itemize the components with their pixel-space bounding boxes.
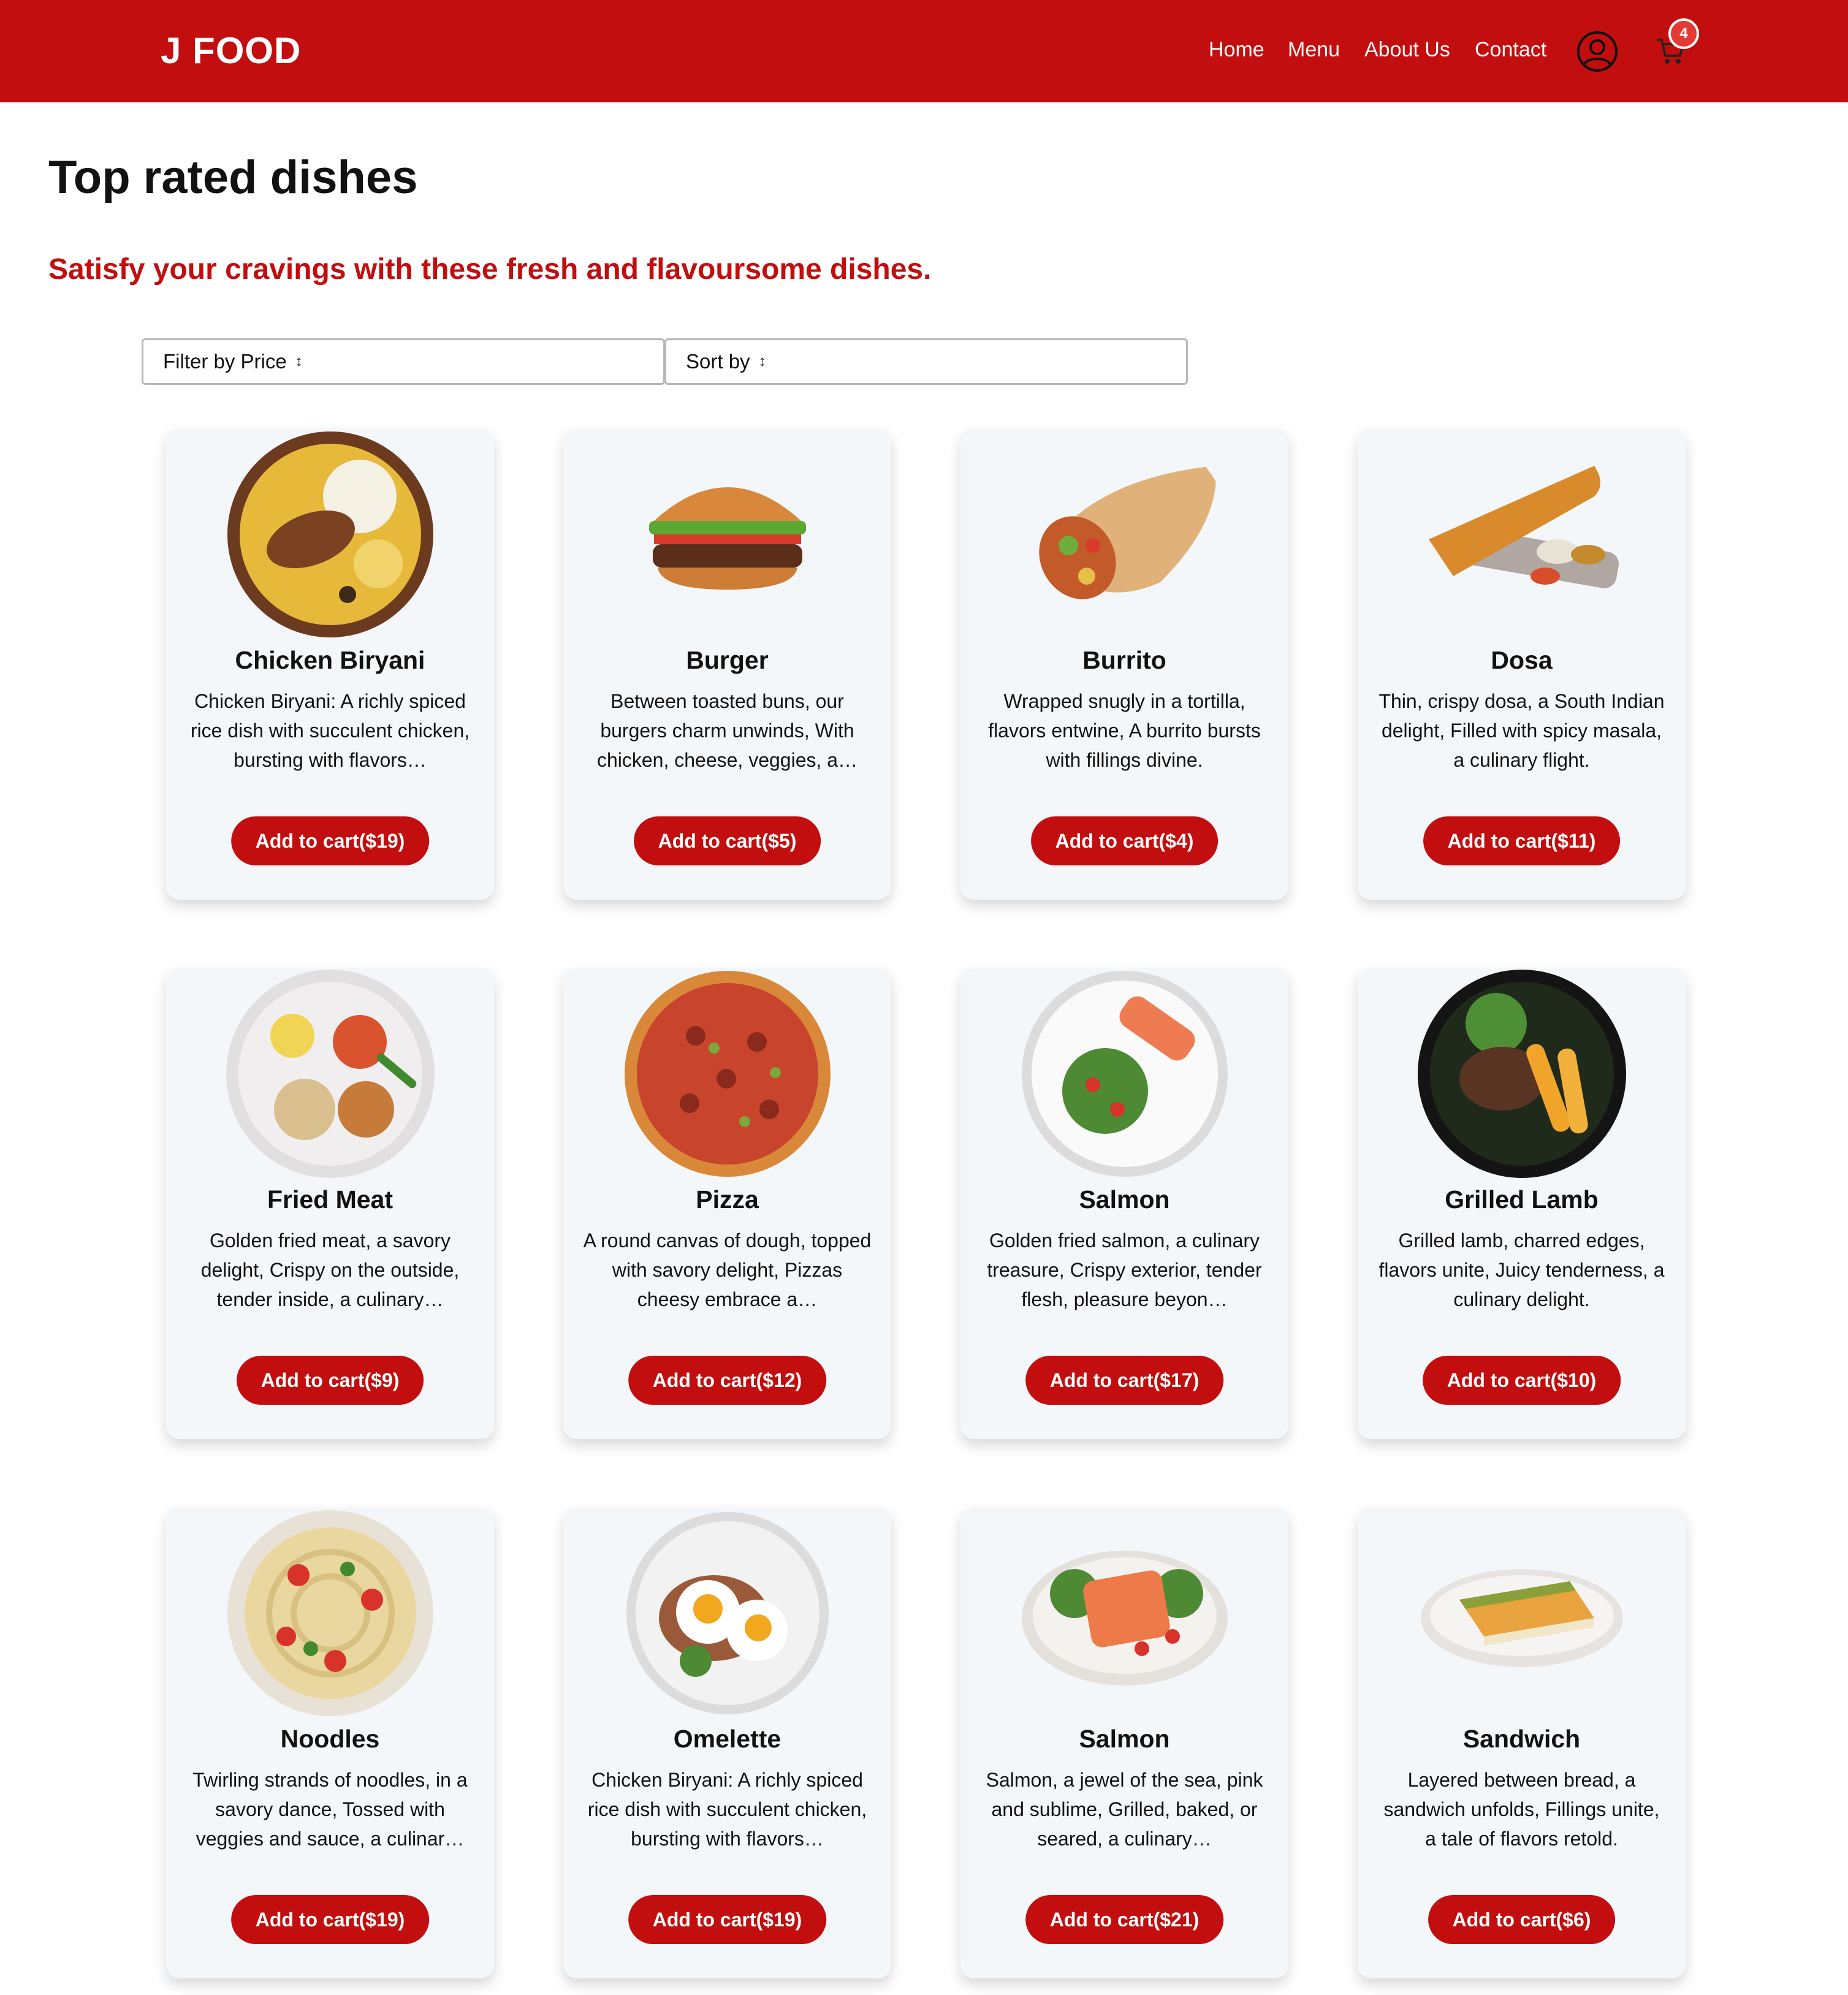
dish-card-noodles: Noodles Twirling strands of noodles, in … <box>166 1508 494 1978</box>
add-to-cart-button[interactable]: Add to cart($5) <box>633 816 821 865</box>
dish-title: Fried Meat <box>267 1185 394 1214</box>
sort-by-select[interactable]: Sort by ↕ <box>664 338 1188 385</box>
add-to-cart-button[interactable]: Add to cart($4) <box>1030 816 1219 865</box>
dish-description: Twirling strands of noodles, in a savory… <box>192 1769 468 1850</box>
top-navbar: J FOOD Home Menu About Us Contact 4 <box>0 0 1848 102</box>
dish-title: Pizza <box>696 1185 759 1214</box>
dish-card-pizza: Pizza A round canvas of dough, topped wi… <box>563 968 891 1439</box>
add-to-cart-button[interactable]: Add to cart($6) <box>1428 1895 1616 1944</box>
add-to-cart-button[interactable]: Add to cart($12) <box>628 1356 827 1405</box>
omelette-image <box>622 1508 833 1719</box>
page-title: Top rated dishes <box>48 151 418 203</box>
dish-description: Golden fried salmon, a culinary treasure… <box>987 1229 1262 1310</box>
add-to-cart-button[interactable]: Add to cart($19) <box>628 1895 827 1944</box>
dish-description: Chicken Biryani: A richly spiced rice di… <box>587 1769 867 1850</box>
cart-count-badge: 4 <box>1668 18 1699 49</box>
dish-card-salmon: Salmon Golden fried salmon, a culinary t… <box>960 968 1288 1439</box>
salmon-image <box>1019 1508 1230 1719</box>
add-to-cart-button[interactable]: Add to cart($17) <box>1025 1356 1224 1405</box>
add-to-cart-button[interactable]: Add to cart($19) <box>230 1895 430 1944</box>
add-to-cart-button[interactable]: Add to cart($11) <box>1423 816 1621 865</box>
dosa-image <box>1416 429 1627 640</box>
add-to-cart-button[interactable]: Add to cart($19) <box>230 816 430 865</box>
dish-description: A round canvas of dough, topped with sav… <box>583 1229 872 1310</box>
chicken-biryani-image <box>225 429 436 640</box>
dish-description: Between toasted buns, our burgers charm … <box>596 690 858 771</box>
dish-title: Grilled Lamb <box>1445 1185 1599 1214</box>
dish-description: Thin, crispy dosa, a South Indian deligh… <box>1378 690 1665 771</box>
nav-menu[interactable]: Menu <box>1288 38 1340 62</box>
noodles-image <box>225 1508 436 1719</box>
dish-title: Salmon <box>1079 1185 1170 1214</box>
dish-card-salmon: Salmon Salmon, a jewel of the sea, pink … <box>960 1508 1288 1978</box>
dish-title: Burrito <box>1082 646 1166 674</box>
dish-title: Salmon <box>1079 1725 1170 1753</box>
salmon-image <box>1019 968 1230 1179</box>
dish-card-dosa: Dosa Thin, crispy dosa, a South Indian d… <box>1358 429 1686 900</box>
dish-description: Salmon, a jewel of the sea, pink and sub… <box>986 1769 1263 1850</box>
dish-title: Chicken Biryani <box>235 646 425 674</box>
sandwich-image <box>1416 1508 1627 1719</box>
add-to-cart-button[interactable]: Add to cart($10) <box>1422 1356 1621 1405</box>
dish-card-burrito: Burrito Wrapped snugly in a tortilla, fl… <box>960 429 1288 900</box>
sort-label: Sort by <box>686 350 750 373</box>
dish-description: Golden fried meat, a savory delight, Cri… <box>200 1229 460 1310</box>
dish-title: Noodles <box>280 1725 380 1753</box>
grilled-lamb-image <box>1416 968 1627 1179</box>
burrito-image <box>1019 429 1230 640</box>
nav-contact[interactable]: Contact <box>1475 38 1546 62</box>
nav-about-us[interactable]: About Us <box>1364 38 1450 62</box>
dish-card-omelette: Omelette Chicken Biryani: A richly spice… <box>563 1508 891 1978</box>
dish-card-chicken-biryani: Chicken Biryani Chicken Biryani: A richl… <box>166 429 494 900</box>
page-subtitle: Satisfy your cravings with these fresh a… <box>48 253 932 286</box>
dish-description: Wrapped snugly in a tortilla, flavors en… <box>988 690 1261 771</box>
dish-title: Sandwich <box>1462 1725 1581 1753</box>
dish-description: Grilled lamb, charred edges, flavors uni… <box>1378 1229 1665 1310</box>
user-circle-icon[interactable] <box>1576 31 1618 72</box>
add-to-cart-button[interactable]: Add to cart($21) <box>1025 1895 1224 1944</box>
filter-label: Filter by Price <box>163 350 287 373</box>
sort-arrows-icon: ↕ <box>295 353 303 370</box>
dish-card-sandwich: Sandwich Layered between bread, a sandwi… <box>1358 1508 1686 1978</box>
dish-card-grilled-lamb: Grilled Lamb Grilled lamb, charred edges… <box>1358 968 1686 1439</box>
dish-description: Chicken Biryani: A richly spiced rice di… <box>190 690 470 771</box>
add-to-cart-button[interactable]: Add to cart($9) <box>236 1356 424 1405</box>
dish-title: Omelette <box>673 1725 781 1753</box>
fried-meat-image <box>225 968 436 1179</box>
pizza-image <box>622 968 833 1179</box>
logo[interactable]: J FOOD <box>161 29 301 72</box>
dish-card-burger: Burger Between toasted buns, our burgers… <box>563 429 891 900</box>
dish-card-fried-meat: Fried Meat Golden fried meat, a savory d… <box>166 968 494 1439</box>
sort-arrows-icon: ↕ <box>758 353 766 370</box>
filter-by-price-select[interactable]: Filter by Price ↕ <box>142 338 665 385</box>
dish-title: Dosa <box>1491 646 1553 674</box>
nav-home[interactable]: Home <box>1209 38 1264 62</box>
burger-image <box>622 429 833 640</box>
dish-description: Layered between bread, a sandwich unfold… <box>1383 1769 1660 1850</box>
dish-title: Burger <box>686 646 769 674</box>
